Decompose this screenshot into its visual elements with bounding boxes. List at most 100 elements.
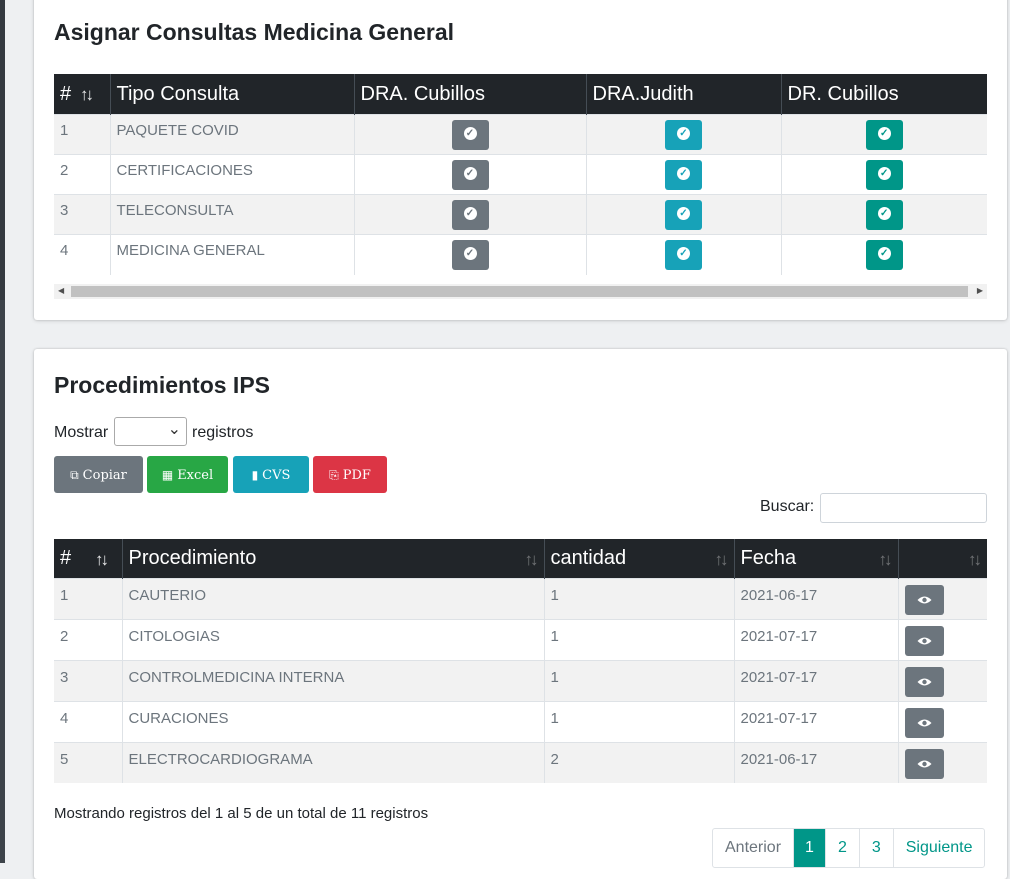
- assign-dr-cubillos-button[interactable]: [865, 160, 903, 190]
- assign-dra-cubillos-button[interactable]: [451, 120, 489, 150]
- next-page-button[interactable]: Siguiente: [892, 829, 985, 867]
- file-pdf-icon: ⎘: [329, 468, 339, 482]
- eye-icon: [917, 719, 931, 727]
- scroll-right-icon[interactable]: ▶: [977, 286, 983, 295]
- horizontal-scrollbar[interactable]: ◀ ▶: [54, 284, 987, 299]
- view-button[interactable]: [904, 708, 944, 738]
- table-row: 3 TELECONSULTA: [54, 194, 987, 235]
- sidebar-edge: [0, 0, 5, 863]
- assign-dra-cubillos-button[interactable]: [451, 160, 489, 190]
- view-button[interactable]: [904, 749, 944, 779]
- cantidad: 1: [543, 578, 734, 620]
- copy-button[interactable]: ⧉ Copiar: [54, 456, 143, 493]
- col-header-procedimiento[interactable]: Procedimiento ↑↓: [121, 539, 544, 579]
- col-header-number[interactable]: # ↑↓: [54, 74, 110, 115]
- table-row: 1 CAUTERIO 1 2021-06-17: [54, 578, 987, 620]
- sort-icon: ↑↓: [878, 550, 893, 569]
- sort-icon: ↑↓: [714, 550, 729, 569]
- consultas-table: # ↑↓ Tipo Consulta DRA. Cubillos DRA.Judi…: [54, 74, 987, 275]
- tipo-consulta: MEDICINA GENERAL: [109, 234, 354, 275]
- assign-dr-cubillos-button[interactable]: [865, 240, 903, 270]
- procedimiento: CAUTERIO: [121, 578, 544, 620]
- cantidad: 1: [543, 619, 734, 661]
- eye-icon: [917, 637, 931, 645]
- row-number: 3: [60, 202, 69, 219]
- eye-icon: [917, 678, 931, 686]
- fecha: 2021-06-17: [733, 578, 898, 620]
- view-button[interactable]: [904, 626, 944, 656]
- procedimientos-header-row: # ↑↓ Procedimiento ↑↓ cantidad ↑↓ Fecha ↑↓ ↑…: [54, 539, 987, 579]
- page-1-button[interactable]: 1: [793, 829, 825, 867]
- procedimientos-table: # ↑↓ Procedimiento ↑↓ cantidad ↑↓ Fecha ↑↓ ↑…: [54, 539, 987, 783]
- page-3-button[interactable]: 3: [858, 829, 893, 867]
- consultas-header-row: # ↑↓ Tipo Consulta DRA. Cubillos DRA.Judi…: [54, 74, 987, 115]
- assign-dra-cubillos-button[interactable]: [451, 200, 489, 230]
- excel-button[interactable]: ▦ Excel: [147, 456, 228, 493]
- table-row: 4 CURACIONES 1 2021-07-17: [54, 701, 987, 743]
- col-header-actions[interactable]: ↑↓: [897, 539, 987, 579]
- table-row: 2 CERTIFICACIONES: [54, 154, 987, 195]
- assign-dr-cubillos-button[interactable]: [865, 200, 903, 230]
- sort-icon: ↑↓: [95, 550, 109, 569]
- prev-page-button[interactable]: Anterior: [713, 829, 793, 867]
- tipo-consulta: PAQUETE COVID: [109, 114, 354, 155]
- fecha: 2021-07-17: [733, 660, 898, 702]
- table-row: 2 CITOLOGIAS 1 2021-07-17: [54, 619, 987, 661]
- tipo-consulta: TELECONSULTA: [109, 194, 354, 235]
- scrollbar-thumb[interactable]: [71, 286, 968, 297]
- search-input[interactable]: [820, 493, 987, 523]
- pdf-button[interactable]: ⎘ PDF: [313, 456, 387, 493]
- table-row: 5 ELECTROCARDIOGRAMA 2 2021-06-17: [54, 742, 987, 783]
- tipo-consulta: CERTIFICACIONES: [109, 154, 354, 195]
- table-info: Mostrando registros del 1 al 5 de un tot…: [54, 805, 429, 822]
- fecha: 2021-07-17: [733, 701, 898, 743]
- consultas-title: Asignar Consultas Medicina General: [54, 19, 455, 45]
- row-number: 5: [60, 751, 69, 768]
- search-label: Buscar:: [760, 498, 815, 515]
- pagination: Anterior 1 2 3 Siguiente: [712, 828, 986, 868]
- col-header-fecha[interactable]: Fecha ↑↓: [733, 539, 898, 579]
- col-header-dra-judith: DRA.Judith: [585, 74, 781, 115]
- page-2-button[interactable]: 2: [824, 829, 859, 867]
- assign-dr-cubillos-button[interactable]: [865, 120, 903, 150]
- eye-icon: [917, 596, 931, 604]
- sort-icon: ↑↓: [968, 550, 982, 569]
- sort-icon: ↑↓: [80, 85, 94, 104]
- row-number: 4: [60, 710, 69, 727]
- table-row: 1 PAQUETE COVID: [54, 114, 987, 155]
- csv-button[interactable]: ▮ CVS: [233, 456, 309, 493]
- procedimiento: ELECTROCARDIOGRAMA: [121, 742, 544, 783]
- row-number: 1: [60, 122, 69, 139]
- view-button[interactable]: [904, 667, 944, 697]
- cantidad: 2: [543, 742, 734, 783]
- row-number: 3: [60, 669, 69, 686]
- records-label: registros: [192, 424, 254, 441]
- sort-icon: ↑↓: [524, 550, 539, 569]
- assign-dra-cubillos-button[interactable]: [451, 240, 489, 270]
- col-header-cantidad[interactable]: cantidad ↑↓: [543, 539, 734, 579]
- eye-icon: [917, 760, 931, 768]
- assign-dra-judith-button[interactable]: [665, 240, 702, 270]
- cantidad: 1: [543, 701, 734, 743]
- view-button[interactable]: [904, 585, 944, 615]
- table-icon: ▦: [161, 468, 174, 482]
- col-header-tipo-consulta: Tipo Consulta: [109, 74, 354, 115]
- show-label: Mostrar: [54, 424, 109, 441]
- procedimiento: CITOLOGIAS: [121, 619, 544, 661]
- row-number: 4: [60, 242, 69, 259]
- copy-icon: ⧉: [70, 468, 79, 482]
- records-length-select[interactable]: [114, 417, 187, 446]
- col-header-dr-cubillos: DR. Cubillos: [780, 74, 987, 115]
- assign-dra-judith-button[interactable]: [665, 200, 702, 230]
- table-row: 4 MEDICINA GENERAL: [54, 234, 987, 275]
- assign-dra-judith-button[interactable]: [665, 120, 702, 150]
- consultas-card: Asignar Consultas Medicina General # ↑↓ T…: [34, 0, 1007, 320]
- col-header-dra-cubillos: DRA. Cubillos: [353, 74, 586, 115]
- table-row: 3 CONTROLMEDICINA INTERNA 1 2021-07-17: [54, 660, 987, 702]
- scroll-left-icon[interactable]: ◀: [58, 286, 64, 295]
- row-number: 2: [60, 628, 69, 645]
- procedimiento: CONTROLMEDICINA INTERNA: [121, 660, 544, 702]
- col-header-number[interactable]: # ↑↓: [54, 539, 122, 579]
- assign-dra-judith-button[interactable]: [665, 160, 702, 190]
- cantidad: 1: [543, 660, 734, 702]
